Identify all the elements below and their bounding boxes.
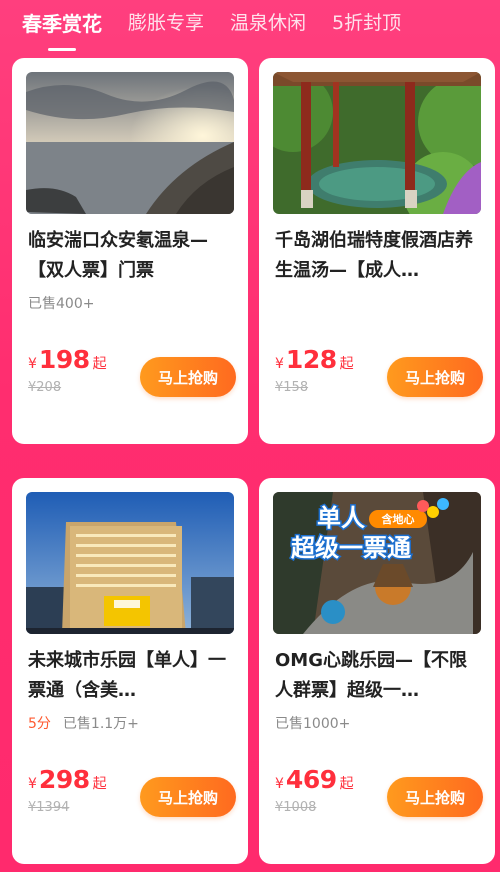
product-card[interactable]: 未来城市乐园【单人】一票通（含美… 5分 已售1.1万+ ¥ 298 起 ¥13… <box>12 478 248 864</box>
city-building-image <box>26 492 234 634</box>
theme-park-poster-image: 单人 含地心 超级一票通 <box>273 492 481 634</box>
product-card[interactable]: 千岛湖伯瑞特度假酒店养生温汤—【成人… ¥ 128 起 ¥158 马上抢购 <box>259 58 495 444</box>
category-tabs: 春季赏花 膨胀专享 温泉休闲 5折封顶 <box>0 0 500 52</box>
product-card[interactable]: 单人 含地心 超级一票通 OMG心跳乐园—【不限人群票】超级一… 已售1000+… <box>259 478 495 864</box>
product-price: ¥ 469 起 <box>275 765 354 794</box>
sold-count: 已售1.1万+ <box>62 716 139 732</box>
poster-headline-line1: 单人 <box>317 504 365 532</box>
sold-count: 已售400+ <box>28 296 95 312</box>
rating-score: 5分 <box>28 716 51 732</box>
sold-count: 已售1000+ <box>275 716 351 732</box>
product-meta: 已售1000+ <box>275 713 350 733</box>
poster-headline-line2: 超级一票通 <box>291 534 411 562</box>
product-card[interactable]: 临安湍口众安氡温泉—【双人票】门票 已售400+ ¥ 198 起 ¥208 马上… <box>12 58 248 444</box>
original-price: ¥208 <box>28 380 62 395</box>
buy-now-button[interactable]: 马上抢购 <box>387 777 483 817</box>
currency-symbol: ¥ <box>275 356 284 372</box>
original-price: ¥1394 <box>28 800 70 815</box>
poster-badge: 含地心 <box>381 512 415 526</box>
product-title[interactable]: OMG心跳乐园—【不限人群票】超级一… <box>275 646 481 706</box>
buy-now-button[interactable]: 马上抢购 <box>140 357 236 397</box>
product-price: ¥ 128 起 <box>275 345 354 374</box>
product-price: ¥ 298 起 <box>28 765 107 794</box>
tab-spring-flowers[interactable]: 春季赏花 <box>22 0 102 37</box>
tab-half-price[interactable]: 5折封顶 <box>332 0 401 35</box>
price-value: 128 <box>285 345 337 374</box>
buy-now-button[interactable]: 马上抢购 <box>387 357 483 397</box>
product-meta: 已售400+ <box>28 293 94 313</box>
original-price: ¥1008 <box>275 800 317 815</box>
product-meta: 5分 已售1.1万+ <box>28 713 139 733</box>
product-title[interactable]: 临安湍口众安氡温泉—【双人票】门票 <box>28 226 234 286</box>
price-suffix: 起 <box>92 356 107 372</box>
price-suffix: 起 <box>339 356 354 372</box>
hot-spring-pavilion-image <box>273 72 481 214</box>
product-title[interactable]: 千岛湖伯瑞特度假酒店养生温汤—【成人… <box>275 226 481 286</box>
seascape-sunset-image <box>26 72 234 214</box>
product-price: ¥ 198 起 <box>28 345 107 374</box>
product-title[interactable]: 未来城市乐园【单人】一票通（含美… <box>28 646 234 706</box>
price-value: 198 <box>38 345 90 374</box>
currency-symbol: ¥ <box>28 776 37 792</box>
tab-hot-spring[interactable]: 温泉休闲 <box>230 0 306 35</box>
tab-bonus-exclusive[interactable]: 膨胀专享 <box>128 0 204 35</box>
price-suffix: 起 <box>92 776 107 792</box>
price-suffix: 起 <box>339 776 354 792</box>
currency-symbol: ¥ <box>28 356 37 372</box>
currency-symbol: ¥ <box>275 776 284 792</box>
price-value: 298 <box>38 765 90 794</box>
original-price: ¥158 <box>275 380 309 395</box>
buy-now-button[interactable]: 马上抢购 <box>140 777 236 817</box>
price-value: 469 <box>285 765 337 794</box>
